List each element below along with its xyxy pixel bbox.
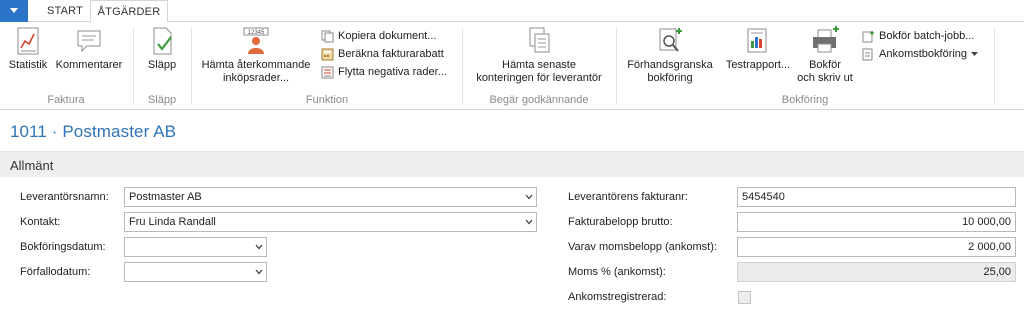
bokfor-och-skriv-ut-button[interactable]: Bokför och skriv ut — [792, 26, 858, 85]
leverantorsnamn-label: Leverantörsnamn: — [20, 191, 109, 203]
group-label-faktura: Faktura — [47, 94, 85, 106]
ankomstbokforing-button[interactable]: Ankomstbokföring — [862, 46, 979, 62]
fakturabelopp-brutto-field[interactable]: 10 000,00 — [737, 212, 1016, 232]
bokfor-batch-jobb-label: Bokför batch-jobb... — [879, 30, 975, 42]
slapp-label: Släpp — [147, 59, 177, 71]
ankomstbokforing-label: Ankomstbokföring — [879, 48, 968, 60]
hamta-senaste-konteringen-button[interactable]: Hämta senaste konteringen för leverantör — [464, 26, 614, 85]
tab-start[interactable]: START — [42, 0, 88, 22]
slapp-button[interactable]: Släpp — [140, 26, 184, 72]
statistik-label: Statistik — [8, 59, 48, 71]
section-title: Allmänt — [10, 158, 54, 173]
application-menu-button[interactable] — [0, 0, 28, 22]
chevron-down-icon[interactable] — [525, 218, 533, 226]
ribbon: Statistik Kommentarer Faktura Släpp Släp… — [0, 22, 1024, 110]
release-document-icon — [153, 27, 172, 55]
moms-procent-value: 25,00 — [983, 266, 1011, 278]
statistics-chart-icon — [17, 27, 39, 55]
forhandsgranska-label-1: Förhandsgranska — [627, 59, 713, 71]
tab-atgarder[interactable]: ÅTGÄRDER — [90, 0, 168, 23]
forhandsgranska-label-2: bokföring — [647, 72, 693, 84]
momsbelopp-field[interactable]: 2 000,00 — [737, 237, 1016, 257]
kopiera-dokument-button[interactable]: Kopiera dokument... — [321, 28, 436, 44]
post-and-print-icon — [813, 26, 839, 53]
hamta-aterkommande-label-2: inköpsrader... — [222, 72, 290, 84]
group-label-bokforing: Bokföring — [781, 94, 829, 106]
documents-icon — [529, 27, 550, 53]
fakturanr-field[interactable]: 5454540 — [737, 187, 1016, 207]
fakturanr-label: Leverantörens fakturanr: — [568, 191, 688, 203]
chevron-down-icon[interactable] — [525, 193, 533, 201]
recurring-lines-user-icon: 12345 — [243, 27, 269, 54]
receipt-posting-icon — [862, 48, 873, 60]
fakturabelopp-brutto-value: 10 000,00 — [962, 216, 1011, 228]
group-separator — [994, 28, 995, 104]
bokfor-label-2: och skriv ut — [797, 72, 853, 84]
chevron-down-icon[interactable] — [255, 268, 263, 276]
flytta-negativa-rader-label: Flytta negativa rader... — [338, 66, 447, 78]
kontakt-label: Kontakt: — [20, 216, 61, 228]
kommentarer-label: Kommentarer — [55, 59, 123, 71]
kopiera-dokument-label: Kopiera dokument... — [338, 30, 437, 42]
group-label-begar-godkannande: Begär godkännande — [489, 94, 589, 106]
testrapport-button[interactable]: Testrapport... — [722, 26, 794, 72]
hamta-aterkommande-button[interactable]: 12345 Hämta återkommande inköpsrader... — [196, 26, 316, 85]
dropdown-arrow-icon — [10, 8, 18, 13]
svg-text:12345: 12345 — [248, 30, 265, 36]
fakturanr-value: 5454540 — [742, 191, 785, 203]
group-label-slapp: Släpp — [147, 94, 177, 106]
moms-procent-field: 25,00 — [737, 262, 1016, 282]
moms-procent-label: Moms % (ankomst): — [568, 266, 666, 278]
forhandsgranska-bokforing-button[interactable]: Förhandsgranska bokföring — [620, 26, 720, 85]
move-lines-icon — [321, 66, 334, 78]
momsbelopp-value: 2 000,00 — [968, 241, 1011, 253]
comment-bubble-icon — [77, 30, 101, 53]
momsbelopp-label: Varav momsbelopp (ankomst): — [568, 241, 717, 253]
statistik-button[interactable]: Statistik — [6, 26, 50, 72]
hamta-senaste-label-1: Hämta senaste — [502, 59, 576, 71]
copy-document-icon — [321, 30, 334, 42]
ankomstregistrerad-label: Ankomstregistrerad: — [568, 291, 667, 303]
test-report-icon — [747, 28, 767, 53]
fasttab-header-allmant[interactable]: Allmänt — [0, 151, 1024, 177]
bokfor-label-1: Bokför — [809, 59, 841, 71]
kontakt-field[interactable]: Fru Linda Randall — [124, 212, 537, 232]
kommentarer-button[interactable]: Kommentarer — [52, 26, 126, 72]
bokforingsdatum-field[interactable] — [124, 237, 267, 257]
berakna-fakturarabatt-button[interactable]: Beräkna fakturarabatt — [321, 46, 444, 62]
dropdown-arrow-icon — [971, 51, 979, 56]
testrapport-label: Testrapport... — [725, 59, 791, 71]
hamta-senaste-label-2: konteringen för leverantör — [476, 72, 602, 84]
page-title: 1011 · Postmaster AB — [10, 122, 177, 141]
bokfor-batch-jobb-button[interactable]: Bokför batch-jobb... — [862, 28, 974, 44]
preview-posting-icon — [659, 28, 682, 52]
forfallodatum-field[interactable] — [124, 262, 267, 282]
bokforingsdatum-label: Bokföringsdatum: — [20, 241, 106, 253]
ankomstregistrerad-checkbox — [738, 291, 751, 304]
forfallodatum-label: Förfallodatum: — [20, 266, 91, 278]
batch-post-icon — [862, 30, 874, 42]
fakturabelopp-brutto-label: Fakturabelopp brutto: — [568, 216, 673, 228]
kontakt-value: Fru Linda Randall — [129, 216, 216, 228]
hamta-aterkommande-label-1: Hämta återkommande — [201, 59, 311, 71]
flytta-negativa-rader-button[interactable]: Flytta negativa rader... — [321, 64, 447, 80]
chevron-down-icon[interactable] — [255, 243, 263, 251]
berakna-fakturarabatt-label: Beräkna fakturarabatt — [338, 48, 444, 60]
leverantorsnamn-field[interactable]: Postmaster AB — [124, 187, 537, 207]
group-label-funktion: Funktion — [305, 94, 349, 106]
ribbon-tab-strip: START ÅTGÄRDER — [0, 0, 1024, 23]
leverantorsnamn-value: Postmaster AB — [129, 191, 202, 203]
calculator-icon — [321, 48, 334, 60]
